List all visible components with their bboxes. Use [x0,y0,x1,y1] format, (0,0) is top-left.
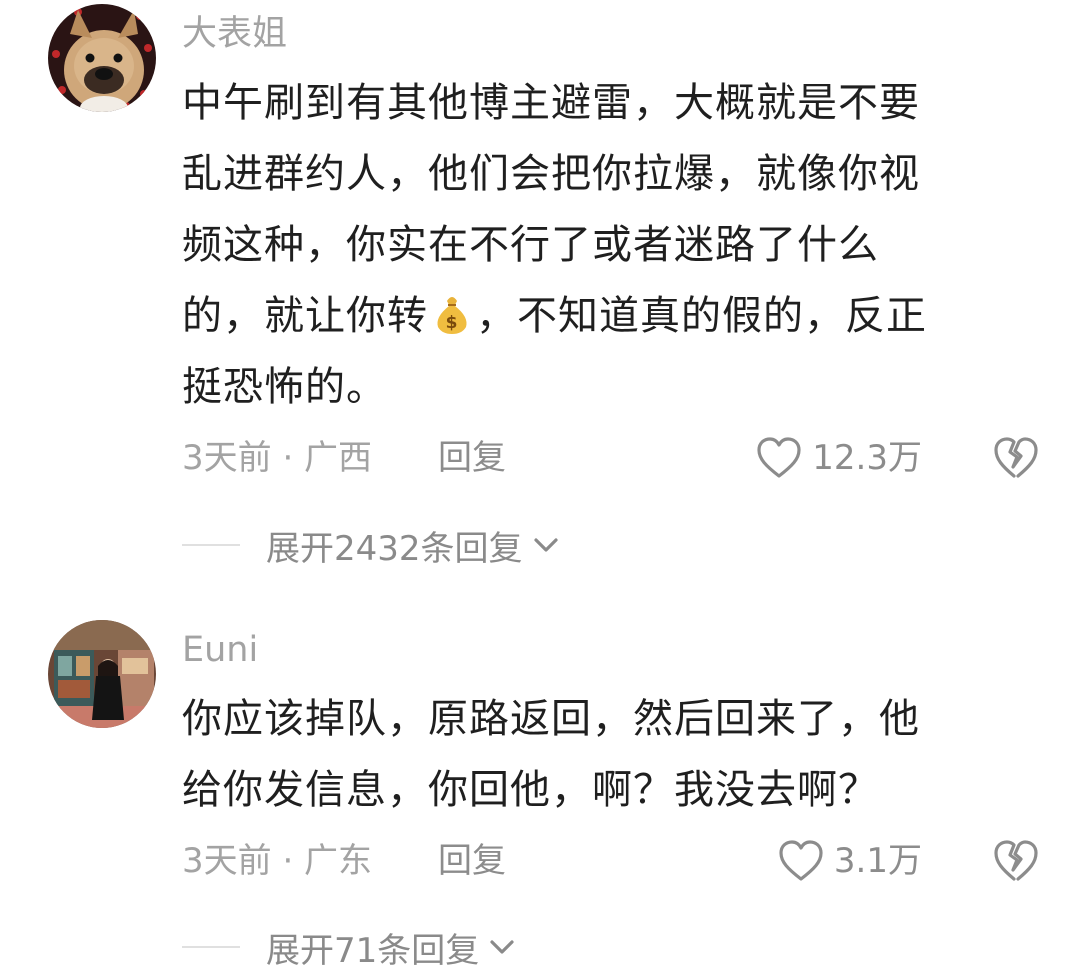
like-button[interactable]: 3.1万 [778,836,922,886]
comment-fragment: 的，就让你转 [182,293,428,339]
like-count: 12.3万 [812,438,922,478]
reply-button[interactable]: 回复 [438,433,506,483]
divider [182,946,240,948]
expand-replies-button[interactable]: 展开71条回复 [182,922,517,972]
money-bag-emoji-icon: $ [437,297,467,334]
broken-heart-icon[interactable] [992,434,1040,482]
woman-in-shop-avatar-icon [48,620,156,728]
comment-fragment: ，不知道真的假的，反正 [476,293,927,339]
heart-outline-icon [757,437,801,478]
divider [182,544,240,546]
broken-heart-icon[interactable] [992,837,1040,885]
comment-line: 给你发信息，你回他，啊？我没去啊？ [182,767,879,813]
comment-line: 频这种，你实在不行了或者迷路了什么 [182,222,879,268]
svg-text:$: $ [446,313,459,333]
like-button[interactable]: 12.3万 [756,433,922,483]
comment-line: 中午刷到有其他博主避雷，大概就是不要 [182,80,920,126]
expand-replies-label: 展开71条回复 [266,930,480,971]
avatar[interactable] [48,4,156,112]
username[interactable]: Euni [182,630,258,670]
chevron-down-icon [533,538,558,552]
comment-line: 乱进群约人，他们会把你拉爆，就像你视 [182,151,920,197]
comment-text: 你应该掉队，原路返回，然后回来了，他 给你发信息，你回他，啊？我没去啊？ [182,684,1032,826]
expand-replies-button[interactable]: 展开2432条回复 [182,520,561,570]
avatar[interactable] [48,620,156,728]
expand-replies-label: 展开2432条回复 [266,528,523,569]
french-bulldog-avatar-icon [48,4,156,112]
comment-line: 挺恐怖的。 [182,364,387,410]
comment-meta-row: 3天前 · 广东 回复 3.1万 [182,836,1040,886]
username[interactable]: 大表姐 [182,14,287,54]
comment-line: 你应该掉队，原路返回，然后回来了，他 [182,696,920,742]
chevron-down-icon [490,940,514,954]
comment-line: 的，就让你转 $ ，不知道真的假的，反正 [182,281,1032,352]
comment-text: 中午刷到有其他博主避雷，大概就是不要 乱进群约人，他们会把你拉爆，就像你视 频这… [182,68,1032,423]
comment-meta-row: 3天前 · 广西 回复 12.3万 [182,433,1040,483]
like-count: 3.1万 [833,841,922,881]
timestamp-location: 3天前 · 广东 [182,841,373,881]
timestamp-location: 3天前 · 广西 [182,438,373,478]
reply-button[interactable]: 回复 [438,836,506,886]
heart-outline-icon [779,840,823,881]
